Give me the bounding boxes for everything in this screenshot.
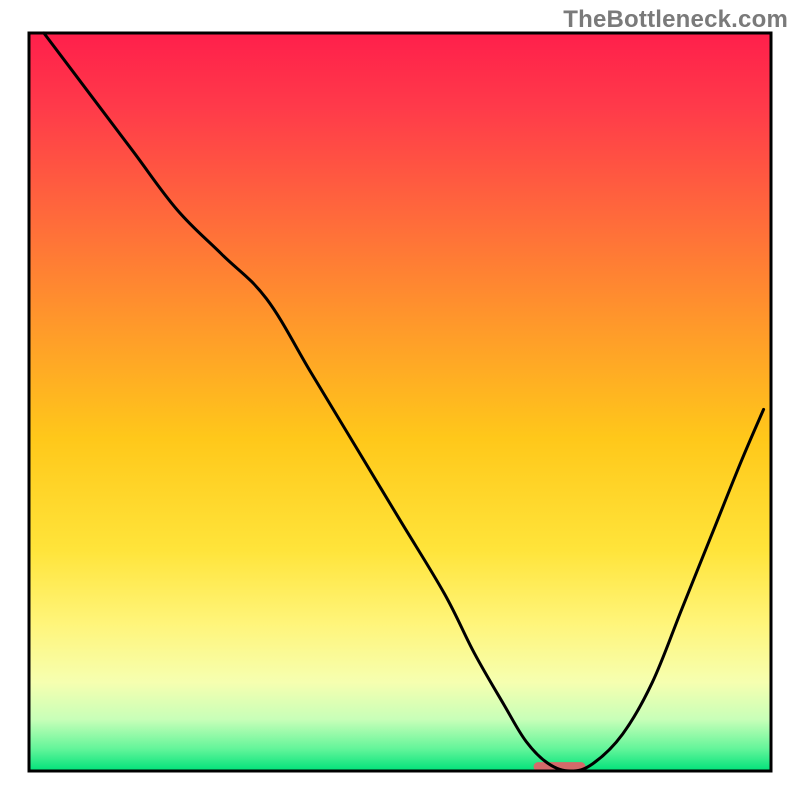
chart-container: TheBottleneck.com [0, 0, 800, 800]
watermark-text: TheBottleneck.com [563, 6, 788, 34]
gradient-background [29, 33, 771, 771]
chart-svg [0, 0, 800, 800]
